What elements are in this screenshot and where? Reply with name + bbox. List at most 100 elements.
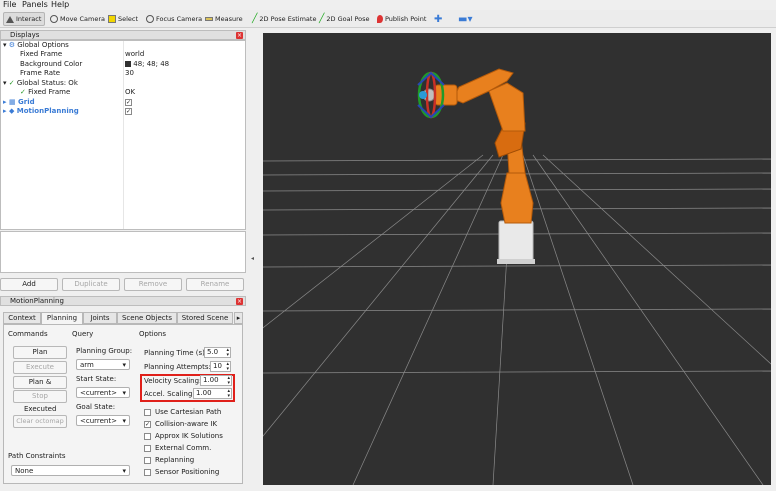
plan-button[interactable]: Plan xyxy=(13,346,67,359)
tab-stored-scene[interactable]: Stored Scene xyxy=(177,312,233,324)
planning-time-input[interactable]: 5.0 ▴ ▾ xyxy=(204,347,231,358)
planning-group-select[interactable]: arm ▾ xyxy=(76,359,130,370)
commands-heading: Commands xyxy=(8,330,48,338)
sensor-positioning-checkbox[interactable] xyxy=(144,469,151,476)
chevron-down-icon: ▾ xyxy=(122,361,126,369)
start-state-value: <current> xyxy=(80,389,117,397)
chevron-down-icon: ▾ xyxy=(122,467,126,475)
cursor-icon xyxy=(6,15,14,23)
accel-scaling-value: 1.00 xyxy=(196,389,212,397)
bg-color-row[interactable]: 48; 48; 48 xyxy=(125,60,169,69)
frame-rate-label: Frame Rate xyxy=(20,69,61,77)
approx-ik-checkbox[interactable] xyxy=(144,433,151,440)
external-comm-label: External Comm. xyxy=(155,444,212,452)
interact-tool[interactable]: Interact xyxy=(3,12,45,26)
executed-status: Executed xyxy=(24,405,57,413)
motion-planning-row[interactable]: ▸ ◆ MotionPlanning xyxy=(3,107,79,116)
pin-icon xyxy=(377,15,383,23)
goal-state-value: <current> xyxy=(80,417,117,425)
planning-time-label: Planning Time (s): xyxy=(144,349,208,357)
status-fixed-frame-value: OK xyxy=(125,88,136,96)
status-fixed-frame-label: Fixed Frame xyxy=(28,88,71,96)
tab-scene-objects[interactable]: Scene Objects xyxy=(117,312,177,324)
collision-ik-label: Collision-aware IK xyxy=(155,420,218,428)
move-camera-tool[interactable]: Move Camera xyxy=(48,12,107,26)
add-button[interactable]: Add xyxy=(0,278,58,291)
menu-file[interactable]: File xyxy=(3,0,16,10)
velocity-scaling-input[interactable]: 1.00 ▴ ▾ xyxy=(200,375,232,386)
external-comm-checkbox[interactable] xyxy=(144,445,151,452)
remove-button[interactable]: Remove xyxy=(124,278,182,291)
chevron-down-icon: ▾ xyxy=(122,417,126,425)
gear-icon: ⚙ xyxy=(8,41,16,49)
motion-planning-checkbox[interactable]: ✓ xyxy=(125,108,132,115)
start-state-select[interactable]: <current> ▾ xyxy=(76,387,130,398)
sensor-positioning-label: Sensor Positioning xyxy=(155,468,220,476)
cartesian-path-checkbox[interactable] xyxy=(144,409,151,416)
clear-octomap-button[interactable]: Clear octomap xyxy=(13,415,67,428)
path-constraints-select[interactable]: None ▾ xyxy=(11,465,130,476)
splitter-handle-icon[interactable]: ◂ xyxy=(251,255,254,262)
3d-viewport[interactable] xyxy=(62,33,776,486)
grid-row[interactable]: ▸ ▦ Grid xyxy=(3,98,35,107)
bg-color-value: 48; 48; 48 xyxy=(133,60,170,68)
close-icon[interactable]: × xyxy=(236,32,243,39)
grid-label: Grid xyxy=(18,98,35,106)
pose-estimate-label: 2D Pose Estimate xyxy=(259,15,317,23)
tab-joints[interactable]: Joints xyxy=(83,312,117,324)
plan-execute-button[interactable]: Plan & Execute xyxy=(13,376,67,397)
goal-state-select[interactable]: <current> ▾ xyxy=(76,415,130,426)
rename-button[interactable]: Rename xyxy=(186,278,244,291)
focus-camera-tool[interactable]: Focus Camera xyxy=(144,12,204,26)
path-constraints-value: None xyxy=(15,467,34,475)
motion-planning-title-bar: MotionPlanning × xyxy=(0,296,246,306)
grid-checkbox[interactable]: ✓ xyxy=(125,99,132,106)
goal-pose-label: 2D Goal Pose xyxy=(326,15,370,23)
stop-button[interactable]: Stop xyxy=(13,390,67,403)
interact-label: Interact xyxy=(16,15,42,23)
status-fixed-frame-row: ✓ Fixed Frame xyxy=(20,88,70,97)
plugin-icon: ◆ xyxy=(8,107,15,115)
planning-attempts-input[interactable]: 10 ▴ ▾ xyxy=(210,361,231,372)
execute-button[interactable]: Execute xyxy=(13,361,67,374)
accel-scaling-input[interactable]: 1.00 ▴ ▾ xyxy=(193,388,232,399)
menu-help[interactable]: Help xyxy=(51,0,69,10)
planning-time-value: 5.0 xyxy=(207,348,219,356)
menu-bar: File Panels Help xyxy=(0,0,776,10)
select-tool[interactable]: Select xyxy=(106,12,140,26)
spin-arrows-icon[interactable]: ▴ ▾ xyxy=(227,376,230,386)
replanning-checkbox[interactable] xyxy=(144,457,151,464)
global-status-label: Global Status: Ok xyxy=(16,79,78,87)
spin-arrows-icon[interactable]: ▴ ▾ xyxy=(226,362,229,372)
global-status-row[interactable]: ▾ ✓ Global Status: Ok xyxy=(3,79,78,88)
path-constraints-label: Path Constraints xyxy=(8,452,66,460)
duplicate-button[interactable]: Duplicate xyxy=(62,278,120,291)
global-options-label: Global Options xyxy=(17,41,69,49)
collision-ik-checkbox[interactable]: ✓ xyxy=(144,421,151,428)
fixed-frame-value[interactable]: world xyxy=(125,50,144,59)
green-arrow-icon: ╱ xyxy=(252,14,258,24)
select-label: Select xyxy=(118,15,139,23)
menu-panels[interactable]: Panels xyxy=(22,0,48,10)
add-tool-icon[interactable]: ✚ xyxy=(432,12,444,26)
remove-tool-icon[interactable]: ▬▾ xyxy=(456,12,474,26)
close-icon[interactable]: × xyxy=(236,298,243,305)
description-box xyxy=(0,231,246,273)
measure-tool[interactable]: Measure xyxy=(203,12,245,26)
spin-arrows-icon[interactable]: ▴ ▾ xyxy=(227,389,230,399)
pose-estimate-tool[interactable]: ╱ 2D Pose Estimate xyxy=(250,12,318,26)
tab-context[interactable]: Context xyxy=(3,312,41,324)
velocity-scaling-label: Velocity Scaling: xyxy=(144,377,202,385)
tab-scroll-right-icon[interactable]: ▸ xyxy=(234,312,243,324)
green-arrow-icon: ╱ xyxy=(319,14,325,24)
frame-rate-value[interactable]: 30 xyxy=(125,69,134,78)
planning-attempts-label: Planning Attempts: xyxy=(144,363,211,371)
goal-pose-tool[interactable]: ╱ 2D Goal Pose xyxy=(317,12,372,26)
publish-point-tool[interactable]: Publish Point xyxy=(375,12,428,26)
motion-planning-title: MotionPlanning xyxy=(10,297,64,305)
global-options-row[interactable]: ▾ ⚙ Global Options xyxy=(3,41,69,50)
displays-tree: ▾ ⚙ Global Options Fixed Frame world Bac… xyxy=(0,40,246,230)
tab-planning[interactable]: Planning xyxy=(41,312,83,324)
color-swatch xyxy=(125,61,131,67)
spin-arrows-icon[interactable]: ▴ ▾ xyxy=(226,348,229,358)
